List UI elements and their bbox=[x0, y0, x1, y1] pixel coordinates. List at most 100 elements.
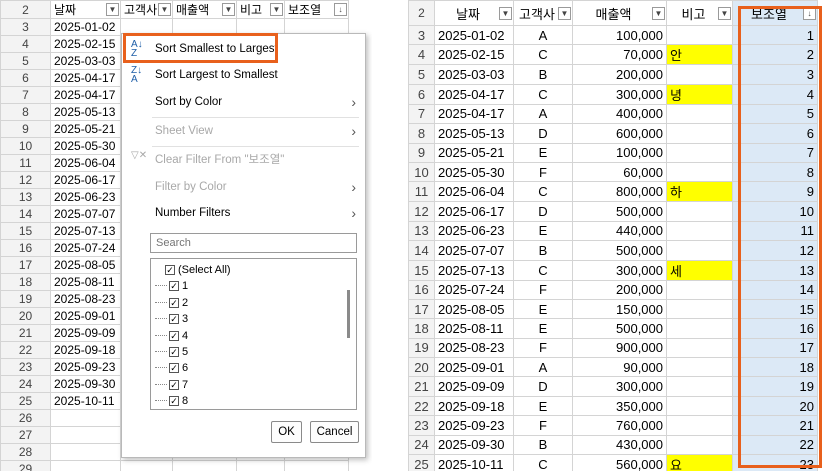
cell-note[interactable] bbox=[666, 395, 733, 417]
sort-by-color-item[interactable]: Sort by Color › bbox=[122, 89, 365, 115]
row-header[interactable]: 22 bbox=[408, 395, 435, 417]
filter-dropdown-icon[interactable]: ▼ bbox=[499, 7, 512, 20]
cell-aux[interactable]: 1 bbox=[732, 24, 818, 46]
cell[interactable] bbox=[172, 460, 237, 471]
column-header-note[interactable]: 비고 ▼ bbox=[666, 0, 733, 26]
cell-aux[interactable]: 10 bbox=[732, 201, 818, 222]
cell-client[interactable]: E bbox=[513, 318, 573, 339]
row-header[interactable]: 16 bbox=[408, 279, 435, 300]
sort-ascending-icon[interactable]: ↓ bbox=[803, 7, 816, 20]
cell-aux[interactable]: 23 bbox=[732, 454, 818, 471]
cell-client[interactable]: C bbox=[513, 259, 573, 281]
cell-aux[interactable]: 14 bbox=[732, 279, 818, 300]
row-header[interactable]: 27 bbox=[0, 426, 51, 444]
row-header[interactable]: 13 bbox=[0, 188, 51, 206]
cell[interactable] bbox=[50, 443, 121, 461]
cell-aux[interactable]: 21 bbox=[732, 415, 818, 436]
filter-dropdown-icon[interactable]: ▼ bbox=[106, 3, 119, 16]
cell[interactable]: 2025-08-05 bbox=[50, 256, 121, 274]
cell[interactable]: 2025-08-23 bbox=[50, 290, 121, 308]
filter-list-item[interactable]: ✓ 7 bbox=[155, 377, 188, 393]
cell-sales[interactable]: 300,000 bbox=[572, 376, 667, 397]
cell-date[interactable]: 2025-09-01 bbox=[434, 357, 514, 378]
cell[interactable]: 2025-07-24 bbox=[50, 239, 121, 257]
column-header-aux[interactable]: 보조열 ↓ bbox=[732, 0, 818, 26]
row-header[interactable]: 19 bbox=[0, 290, 51, 308]
checkbox-checked-icon[interactable]: ✓ bbox=[169, 314, 179, 325]
cell-aux[interactable]: 3 bbox=[732, 64, 818, 85]
cell-date[interactable]: 2025-05-13 bbox=[434, 123, 514, 144]
cell-note[interactable] bbox=[666, 318, 733, 339]
cell-aux[interactable]: 2 bbox=[732, 44, 818, 66]
sheet-view-item[interactable]: Sheet View › bbox=[122, 118, 365, 144]
cell-note[interactable] bbox=[666, 357, 733, 378]
filter-list-item[interactable]: ✓ 4 bbox=[155, 328, 188, 344]
cell[interactable] bbox=[50, 426, 121, 444]
cell-client[interactable]: E bbox=[513, 395, 573, 417]
row-header[interactable]: 4 bbox=[0, 35, 51, 53]
row-header[interactable]: 2 bbox=[408, 0, 435, 26]
cell-date[interactable]: 2025-10-11 bbox=[434, 454, 514, 471]
cell[interactable]: 2025-09-01 bbox=[50, 307, 121, 325]
cell-note[interactable] bbox=[666, 415, 733, 436]
cell-aux[interactable]: 8 bbox=[732, 161, 818, 183]
cell-client[interactable]: D bbox=[513, 201, 573, 222]
cell-note[interactable] bbox=[666, 123, 733, 144]
checkbox-checked-icon[interactable]: ✓ bbox=[169, 281, 179, 292]
cell-note[interactable] bbox=[666, 64, 733, 85]
row-header[interactable]: 25 bbox=[408, 454, 435, 471]
cell-note[interactable] bbox=[666, 240, 733, 261]
checkbox-checked-icon[interactable]: ✓ bbox=[169, 330, 179, 341]
row-header[interactable]: 20 bbox=[408, 357, 435, 378]
filter-dropdown-icon[interactable]: ▼ bbox=[270, 3, 283, 16]
row-header[interactable]: 21 bbox=[408, 376, 435, 397]
row-header[interactable]: 4 bbox=[408, 44, 435, 66]
cell-client[interactable]: A bbox=[513, 24, 573, 46]
column-header-sales[interactable]: 매출액 ▼ bbox=[172, 0, 237, 19]
column-header-aux[interactable]: 보조열 ↓ bbox=[284, 0, 349, 19]
cell-aux[interactable]: 20 bbox=[732, 395, 818, 417]
checkbox-checked-icon[interactable]: ✓ bbox=[169, 363, 179, 374]
row-header[interactable]: 23 bbox=[0, 358, 51, 376]
row-header[interactable]: 17 bbox=[0, 256, 51, 274]
row-header[interactable]: 15 bbox=[408, 259, 435, 281]
cell-client[interactable]: C bbox=[513, 83, 573, 105]
row-header[interactable]: 18 bbox=[0, 273, 51, 291]
row-header[interactable]: 26 bbox=[0, 409, 51, 427]
row-header[interactable]: 23 bbox=[408, 415, 435, 436]
cell-sales[interactable]: 200,000 bbox=[572, 279, 667, 300]
cell-sales[interactable]: 600,000 bbox=[572, 123, 667, 144]
row-header[interactable]: 15 bbox=[0, 222, 51, 240]
row-header[interactable]: 6 bbox=[408, 83, 435, 105]
cell-note[interactable]: 하 bbox=[666, 181, 733, 203]
column-header-note[interactable]: 비고 ▼ bbox=[236, 0, 285, 19]
cell-client[interactable]: E bbox=[513, 298, 573, 320]
cell-sales[interactable]: 150,000 bbox=[572, 298, 667, 320]
cell-aux[interactable]: 13 bbox=[732, 259, 818, 281]
filter-dropdown-icon[interactable]: ▼ bbox=[558, 7, 571, 20]
cell-aux[interactable]: 17 bbox=[732, 337, 818, 359]
cell-date[interactable]: 2025-04-17 bbox=[434, 83, 514, 105]
filter-dropdown-icon[interactable]: ▼ bbox=[718, 7, 731, 20]
cell-sales[interactable]: 90,000 bbox=[572, 357, 667, 378]
cell-note[interactable] bbox=[666, 279, 733, 300]
scrollbar-thumb[interactable] bbox=[347, 290, 350, 338]
cell-client[interactable]: F bbox=[513, 415, 573, 436]
cell-date[interactable]: 2025-03-03 bbox=[434, 64, 514, 85]
filter-dropdown-icon[interactable]: ▼ bbox=[158, 3, 171, 16]
clear-filter-item[interactable]: ▽✕ Clear Filter From "보조열" bbox=[122, 147, 365, 173]
cell-date[interactable]: 2025-08-23 bbox=[434, 337, 514, 359]
cell-note[interactable]: 세 bbox=[666, 259, 733, 281]
cell-client[interactable]: D bbox=[513, 376, 573, 397]
row-header[interactable]: 14 bbox=[0, 205, 51, 223]
cell-note[interactable]: 요 bbox=[666, 454, 733, 471]
cell-date[interactable]: 2025-08-05 bbox=[434, 298, 514, 320]
cell[interactable]: 2025-09-23 bbox=[50, 358, 121, 376]
row-header[interactable]: 3 bbox=[408, 24, 435, 46]
row-header[interactable]: 16 bbox=[0, 239, 51, 257]
cell-note[interactable] bbox=[666, 161, 733, 183]
cell-client[interactable]: F bbox=[513, 337, 573, 359]
row-header[interactable]: 24 bbox=[408, 434, 435, 456]
cell-note[interactable] bbox=[666, 376, 733, 397]
row-header[interactable]: 12 bbox=[0, 171, 51, 189]
